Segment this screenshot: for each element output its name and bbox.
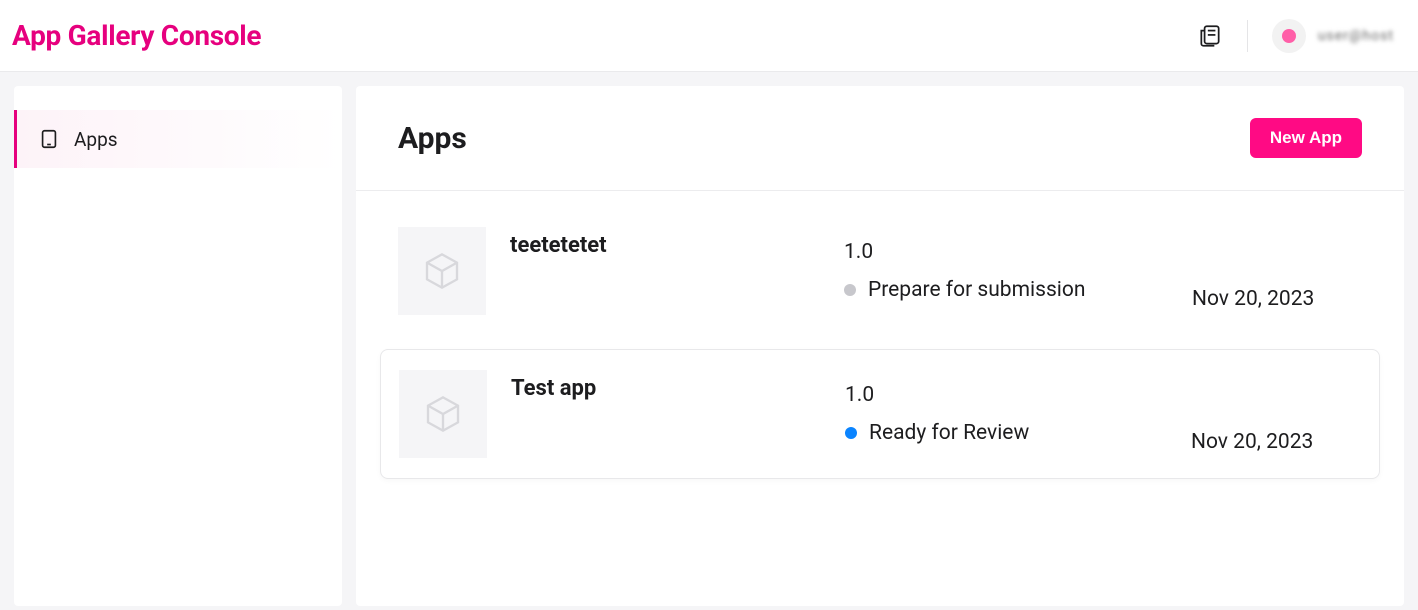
app-placeholder-icon xyxy=(399,370,487,458)
app-date: Nov 20, 2023 xyxy=(1191,430,1361,458)
app-version: 1.0 xyxy=(845,383,1167,407)
layout: Apps Apps New App teetetetet 1.0 Prepare… xyxy=(0,72,1418,606)
app-date: Nov 20, 2023 xyxy=(1192,287,1362,315)
user-menu[interactable]: user@host xyxy=(1272,19,1394,53)
app-meta: 1.0 Ready for Review xyxy=(845,383,1167,445)
sidebar-item-apps[interactable]: Apps xyxy=(14,110,342,168)
header-right: user@host xyxy=(1197,19,1394,53)
app-status: Prepare for submission xyxy=(844,278,1168,302)
avatar xyxy=(1272,19,1306,53)
app-meta: 1.0 Prepare for submission xyxy=(844,240,1168,302)
app-placeholder-icon xyxy=(398,227,486,315)
app-status-text: Prepare for submission xyxy=(868,278,1085,302)
tablet-icon xyxy=(38,128,60,150)
header-divider xyxy=(1247,20,1248,52)
app-version: 1.0 xyxy=(844,240,1168,264)
sidebar: Apps xyxy=(14,86,342,606)
username: user@host xyxy=(1318,28,1394,44)
status-dot-icon xyxy=(845,427,857,439)
docs-icon[interactable] xyxy=(1197,23,1223,49)
main-panel: Apps New App teetetetet 1.0 Prepare for … xyxy=(356,86,1404,606)
status-dot-icon xyxy=(844,284,856,296)
apps-list: teetetetet 1.0 Prepare for submission No… xyxy=(356,191,1404,495)
sidebar-item-label: Apps xyxy=(74,128,118,151)
app-name: teetetetet xyxy=(510,227,820,258)
brand-title: App Gallery Console xyxy=(12,19,261,52)
new-app-button[interactable]: New App xyxy=(1250,118,1362,158)
app-name: Test app xyxy=(511,370,821,401)
app-row[interactable]: Test app 1.0 Ready for Review Nov 20, 20… xyxy=(380,349,1380,479)
app-status: Ready for Review xyxy=(845,421,1167,445)
page-title: Apps xyxy=(398,121,467,156)
app-status-text: Ready for Review xyxy=(869,421,1029,445)
app-header: App Gallery Console user@host xyxy=(0,0,1418,72)
main-header: Apps New App xyxy=(356,86,1404,191)
app-row[interactable]: teetetetet 1.0 Prepare for submission No… xyxy=(380,207,1380,335)
